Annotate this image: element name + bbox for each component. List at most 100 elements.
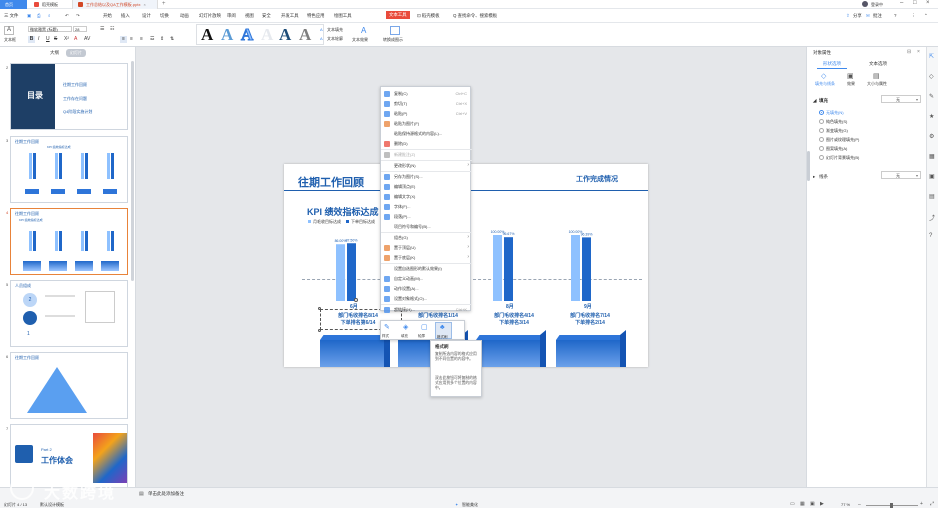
view-sorter-icon[interactable]: ▦ — [800, 501, 805, 507]
fill-section-arrow[interactable]: ◢ — [813, 98, 816, 104]
menu-slideshow[interactable]: 幻灯片放映 — [199, 13, 221, 19]
font-color-icon[interactable]: A — [74, 36, 77, 42]
line-spacing-icon[interactable]: ⇕ — [160, 36, 164, 42]
menu-security[interactable]: 安全 — [262, 13, 271, 19]
text-direction-icon[interactable]: ⇅ — [170, 36, 174, 42]
radio-gradient-fill[interactable] — [819, 128, 824, 133]
chart-bar[interactable] — [504, 237, 513, 301]
menu-design[interactable]: 设计 — [142, 13, 151, 19]
format-painter-button[interactable]: ♣ 格式刷 — [435, 322, 452, 339]
distribute-icon[interactable]: ☲ — [150, 36, 154, 42]
context-menu-item[interactable]: 设置自选图形的默认效果(I) — [381, 264, 472, 274]
wordart-style-gray[interactable]: A — [299, 25, 311, 45]
zoom-level[interactable]: 77 % — [841, 502, 850, 507]
share-tool-icon[interactable]: ⤴ — [929, 213, 935, 222]
option-pattern-fill[interactable]: 图案填充(A) — [826, 146, 847, 152]
fill-line-icon[interactable]: ◇ — [821, 72, 826, 80]
context-menu-item[interactable]: 组合(G) › — [381, 233, 472, 243]
numbering-icon[interactable]: ☷ — [110, 26, 114, 32]
chart-bar[interactable] — [493, 235, 502, 301]
outline-button[interactable]: 轮廓 — [418, 334, 425, 339]
context-menu-item[interactable]: 置于顶层(U) › — [381, 243, 472, 253]
chart-bar[interactable] — [336, 244, 345, 301]
convert-smartart-icon[interactable] — [390, 26, 400, 35]
notes-placeholder[interactable]: 单击此处添加备注 — [148, 491, 184, 497]
footer-text-sep[interactable]: 部门毛收排名7/14 下单排名2/14 — [560, 312, 620, 326]
footer-text-aug[interactable]: 部门毛收排名4/14 下单排名3/14 — [484, 312, 544, 326]
size-props-icon[interactable]: ▤ — [873, 72, 880, 80]
context-menu-item[interactable]: 超链接(H)... Ctrl+K — [381, 305, 472, 315]
tab-text-options[interactable]: 文本选项 — [869, 61, 887, 67]
zoom-in-icon[interactable]: + — [920, 501, 923, 507]
share-button[interactable]: 分享 — [853, 13, 862, 19]
wordart-style-dark[interactable]: A — [279, 25, 291, 45]
context-menu-item[interactable]: 粘贴为图片(F) — [381, 119, 472, 129]
chart-bar[interactable] — [571, 235, 580, 301]
fill-select[interactable]: 无 ▾ — [881, 95, 921, 103]
text-effect-button[interactable]: 文本效果 — [352, 37, 368, 43]
context-menu-item[interactable]: 动作设置(A)... — [381, 284, 472, 294]
smart-beautify-icon[interactable]: ✦ — [455, 502, 458, 507]
context-menu-item[interactable]: 编辑顶点(E) — [381, 182, 472, 192]
search-command[interactable]: Q 查找命令、搜索模板 — [453, 13, 497, 19]
option-background-fill[interactable]: 幻灯片背景填充(B) — [826, 155, 859, 161]
text-fill-button[interactable]: 文本填充 — [327, 27, 343, 33]
chart-tool-icon[interactable]: ▤ — [929, 193, 935, 200]
char-spacing-icon[interactable]: AV — [84, 36, 90, 42]
undo-icon[interactable]: ↶ — [65, 13, 69, 19]
menu-animation[interactable]: 动画 — [180, 13, 189, 19]
text-fill-icon[interactable]: A — [320, 27, 323, 32]
wordart-style-light[interactable]: A — [261, 25, 273, 45]
menu-drawing-tools[interactable]: 绘图工具 — [334, 13, 352, 19]
context-menu-item[interactable]: 粘贴(P) Ctrl+V — [381, 109, 472, 119]
context-menu-item[interactable]: 粘贴保持源格式的内容(L)... — [381, 129, 472, 139]
tab-shape-options[interactable]: 形状选项 — [823, 61, 841, 67]
effect-icon[interactable]: ▣ — [847, 72, 854, 80]
wordart-style-blue[interactable]: A — [221, 25, 233, 45]
context-menu-item[interactable]: 剪切(T) Ctrl+X — [381, 99, 472, 109]
align-right-icon[interactable]: ≡ — [130, 36, 133, 42]
strike-button[interactable]: S — [54, 36, 57, 42]
tab-home[interactable]: 首页 — [0, 0, 27, 9]
subtab-fill-line[interactable]: 填充与线条 — [815, 81, 835, 87]
text-outline-button[interactable]: 文本轮廓 — [327, 36, 343, 42]
menu-developer[interactable]: 开发工具 — [281, 13, 299, 19]
image-tool-icon[interactable]: ▣ — [929, 173, 935, 180]
panel-close-icon[interactable]: × — [917, 49, 920, 55]
line-section-arrow[interactable]: ▸ — [813, 174, 815, 180]
slide-thumb-4-selected[interactable]: 往期工作回顾 KPI 绩效指标达成 — [10, 208, 128, 275]
bullets-icon[interactable]: ☰ — [100, 26, 104, 32]
italic-button[interactable]: I — [38, 36, 39, 42]
radio-pattern-fill[interactable] — [819, 146, 824, 151]
redo-icon[interactable]: ↷ — [76, 13, 80, 19]
radio-no-fill[interactable] — [819, 110, 824, 115]
context-menu-item[interactable]: 删除(D) — [381, 139, 472, 149]
context-menu-item[interactable]: 字体(F)... — [381, 202, 472, 212]
help-tool-icon[interactable]: ? — [929, 233, 932, 239]
chart-bar[interactable] — [347, 243, 356, 301]
fill-icon[interactable]: ◈ — [403, 323, 408, 331]
line-select[interactable]: 无 ▾ — [881, 171, 921, 179]
menu-home[interactable]: 开始 — [103, 13, 112, 19]
new-tab-icon[interactable]: + — [162, 1, 166, 7]
view-reading-icon[interactable]: ▣ — [810, 501, 815, 507]
radio-picture-fill[interactable] — [819, 137, 824, 142]
animation-tool-icon[interactable]: ★ — [929, 113, 934, 120]
slide-thumb-5[interactable]: 人员组成 2 1 — [10, 280, 128, 347]
context-menu-item[interactable]: 更改形状(N) › — [381, 161, 472, 171]
context-menu-item[interactable]: 设置对象格式(O)... — [381, 294, 472, 304]
workspace-scrollbar[interactable] — [807, 151, 810, 181]
slide-thumb-3[interactable]: 往期工作回顾 KPI 绩效指标达成 — [10, 136, 128, 203]
font-size-select[interactable]: 28 — [73, 26, 87, 32]
menu-file[interactable]: 三 文件 — [4, 13, 18, 19]
slide-thumb-2[interactable]: 目录 往期工作回顾 工作存在问题 Q4阶段实施计划 — [10, 63, 128, 130]
quick-save-icon[interactable]: ▣ — [27, 13, 31, 19]
shape-tool-icon[interactable]: ◇ — [929, 73, 934, 80]
table-tool-icon[interactable]: ▦ — [929, 153, 935, 160]
zoom-out-icon[interactable]: – — [858, 502, 861, 508]
justify-icon[interactable]: ≡ — [140, 36, 143, 42]
panel-scrollbar[interactable] — [131, 61, 134, 281]
convert-smartart-button[interactable]: 转换成图示 — [383, 37, 403, 43]
fit-window-icon[interactable]: ⤢ — [930, 501, 934, 507]
style-tool-icon[interactable]: ✎ — [929, 93, 934, 100]
